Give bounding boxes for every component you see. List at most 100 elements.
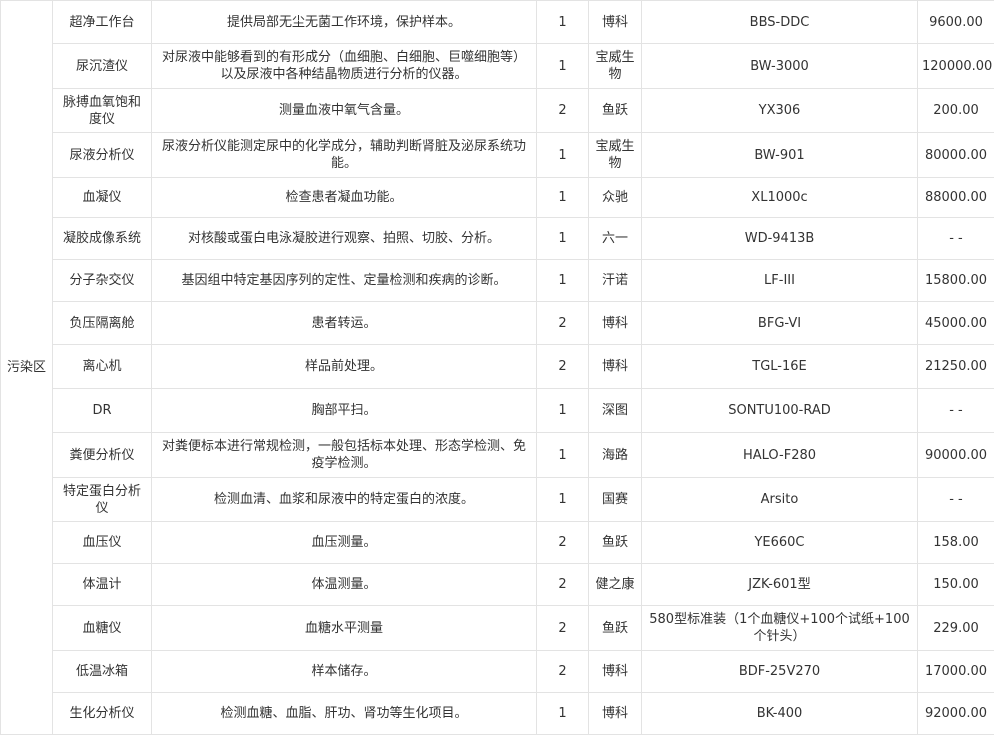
- table-row: 分子杂交仪 基因组中特定基因序列的定性、定量检测和疾病的诊断。 1 汗诺 LF-III 1…: [1, 259, 994, 302]
- equipment-brand: 博科: [588, 692, 642, 735]
- equipment-quantity: 1: [536, 0, 589, 44]
- equipment-quantity: 2: [536, 563, 589, 606]
- equipment-price: 92000.00: [917, 692, 994, 735]
- equipment-description: 检查患者凝血功能。: [151, 177, 537, 218]
- equipment-brand: 宝威生物: [588, 132, 642, 178]
- equipment-quantity: 1: [536, 432, 589, 478]
- equipment-description: 尿液分析仪能测定尿中的化学成分，辅助判断肾脏及泌尿系统功能。: [151, 132, 537, 178]
- equipment-description: 测量血液中氧气含量。: [151, 88, 537, 133]
- equipment-description: 血糖水平测量: [151, 605, 537, 651]
- equipment-price: 17000.00: [917, 650, 994, 693]
- equipment-model: Arsito: [641, 477, 918, 522]
- table-row: 尿液分析仪 尿液分析仪能测定尿中的化学成分，辅助判断肾脏及泌尿系统功能。 1 宝威生物…: [1, 132, 994, 178]
- equipment-name: 离心机: [52, 344, 152, 389]
- equipment-price: 88000.00: [917, 177, 994, 218]
- equipment-quantity: 1: [536, 692, 589, 735]
- equipment-name: 尿液分析仪: [52, 132, 152, 178]
- table-row: 低温冰箱 样本储存。 2 博科 BDF-25V270 17000.00: [1, 650, 994, 693]
- equipment-price: 120000.00: [917, 43, 994, 89]
- equipment-name: 生化分析仪: [52, 692, 152, 735]
- equipment-price: - -: [917, 217, 994, 260]
- equipment-model: BDF-25V270: [641, 650, 918, 693]
- table-row: 凝胶成像系统 对核酸或蛋白电泳凝胶进行观察、拍照、切胶、分析。 1 六一 WD-9413…: [1, 217, 994, 260]
- equipment-description: 基因组中特定基因序列的定性、定量检测和疾病的诊断。: [151, 259, 537, 302]
- equipment-price: 9600.00: [917, 0, 994, 44]
- table-row: 负压隔离舱 患者转运。 2 博科 BFG-VI 45000.00: [1, 301, 994, 345]
- equipment-price: 80000.00: [917, 132, 994, 178]
- equipment-model: BFG-VI: [641, 301, 918, 345]
- equipment-name: 分子杂交仪: [52, 259, 152, 302]
- equipment-description: 血压测量。: [151, 521, 537, 564]
- equipment-price: 45000.00: [917, 301, 994, 345]
- equipment-quantity: 2: [536, 301, 589, 345]
- equipment-description: 胸部平扫。: [151, 388, 537, 433]
- equipment-quantity: 1: [536, 217, 589, 260]
- table-row: 血压仪 血压测量。 2 鱼跃 YE660C 158.00: [1, 521, 994, 564]
- equipment-model: LF-III: [641, 259, 918, 302]
- equipment-name: 凝胶成像系统: [52, 217, 152, 260]
- equipment-name: 粪便分析仪: [52, 432, 152, 478]
- equipment-brand: 海路: [588, 432, 642, 478]
- equipment-description: 提供局部无尘无菌工作环境，保护样本。: [151, 0, 537, 44]
- equipment-brand: 六一: [588, 217, 642, 260]
- equipment-brand: 博科: [588, 0, 642, 44]
- table-row: 特定蛋白分析仪 检测血清、血浆和尿液中的特定蛋白的浓度。 1 国赛 Arsito - -: [1, 477, 994, 522]
- equipment-name: 尿沉渣仪: [52, 43, 152, 89]
- equipment-description: 检测血糖、血脂、肝功、肾功等生化项目。: [151, 692, 537, 735]
- equipment-model: BW-901: [641, 132, 918, 178]
- equipment-name: 脉搏血氧饱和度仪: [52, 88, 152, 133]
- table-row: 脉搏血氧饱和度仪 测量血液中氧气含量。 2 鱼跃 YX306 200.00: [1, 88, 994, 133]
- equipment-name: 超净工作台: [52, 0, 152, 44]
- equipment-model: XL1000c: [641, 177, 918, 218]
- equipment-quantity: 1: [536, 388, 589, 433]
- table-row: 血凝仪 检查患者凝血功能。 1 众驰 XL1000c 88000.00: [1, 177, 994, 218]
- table-row: 生化分析仪 检测血糖、血脂、肝功、肾功等生化项目。 1 博科 BK-400 92000.0…: [1, 692, 994, 735]
- equipment-price: 229.00: [917, 605, 994, 651]
- equipment-name: 血压仪: [52, 521, 152, 564]
- equipment-name: DR: [52, 388, 152, 433]
- table-body: 污染区 超净工作台 提供局部无尘无菌工作环境，保护样本。 1 博科 BBS-DDC 9600…: [0, 0, 994, 735]
- equipment-model: 580型标准装（1个血糖仪+100个试纸+100个针头）: [641, 605, 918, 651]
- equipment-quantity: 2: [536, 605, 589, 651]
- equipment-brand: 鱼跃: [588, 88, 642, 133]
- zone-label: 污染区: [0, 0, 53, 735]
- equipment-price: 15800.00: [917, 259, 994, 302]
- equipment-table: 污染区 超净工作台 提供局部无尘无菌工作环境，保护样本。 1 博科 BBS-DDC 9600…: [0, 0, 994, 735]
- equipment-description: 对尿液中能够看到的有形成分（血细胞、白细胞、巨噬细胞等）以及尿液中各种结晶物质进…: [151, 43, 537, 89]
- equipment-brand: 博科: [588, 344, 642, 389]
- table-row: 污染区 超净工作台 提供局部无尘无菌工作环境，保护样本。 1 博科 BBS-DDC 9600…: [0, 0, 994, 735]
- table-row: 离心机 样品前处理。 2 博科 TGL-16E 21250.00: [1, 344, 994, 389]
- equipment-model: JZK-601型: [641, 563, 918, 606]
- equipment-description: 样本储存。: [151, 650, 537, 693]
- equipment-quantity: 1: [536, 132, 589, 178]
- equipment-name: 负压隔离舱: [52, 301, 152, 345]
- equipment-price: - -: [917, 388, 994, 433]
- equipment-quantity: 2: [536, 650, 589, 693]
- table-row: 体温计 体温测量。 2 健之康 JZK-601型 150.00: [1, 563, 994, 606]
- table-row: 血糖仪 血糖水平测量 2 鱼跃 580型标准装（1个血糖仪+100个试纸+100个针头）…: [1, 605, 994, 651]
- equipment-quantity: 2: [536, 521, 589, 564]
- equipment-description: 患者转运。: [151, 301, 537, 345]
- equipment-price: 200.00: [917, 88, 994, 133]
- equipment-brand: 鱼跃: [588, 605, 642, 651]
- equipment-model: YX306: [641, 88, 918, 133]
- equipment-quantity: 1: [536, 177, 589, 218]
- equipment-quantity: 1: [536, 259, 589, 302]
- equipment-brand: 宝威生物: [588, 43, 642, 89]
- table-row: 尿沉渣仪 对尿液中能够看到的有形成分（血细胞、白细胞、巨噬细胞等）以及尿液中各种结…: [1, 43, 994, 89]
- equipment-name: 血糖仪: [52, 605, 152, 651]
- equipment-quantity: 1: [536, 43, 589, 89]
- equipment-description: 对核酸或蛋白电泳凝胶进行观察、拍照、切胶、分析。: [151, 217, 537, 260]
- equipment-name: 低温冰箱: [52, 650, 152, 693]
- equipment-price: 21250.00: [917, 344, 994, 389]
- equipment-model: YE660C: [641, 521, 918, 564]
- equipment-name: 血凝仪: [52, 177, 152, 218]
- equipment-description: 对粪便标本进行常规检测，一般包括标本处理、形态学检测、免疫学检测。: [151, 432, 537, 478]
- equipment-price: 150.00: [917, 563, 994, 606]
- equipment-model: TGL-16E: [641, 344, 918, 389]
- equipment-model: BBS-DDC: [641, 0, 918, 44]
- equipment-model: BW-3000: [641, 43, 918, 89]
- equipment-price: 90000.00: [917, 432, 994, 478]
- equipment-brand: 国赛: [588, 477, 642, 522]
- equipment-brand: 汗诺: [588, 259, 642, 302]
